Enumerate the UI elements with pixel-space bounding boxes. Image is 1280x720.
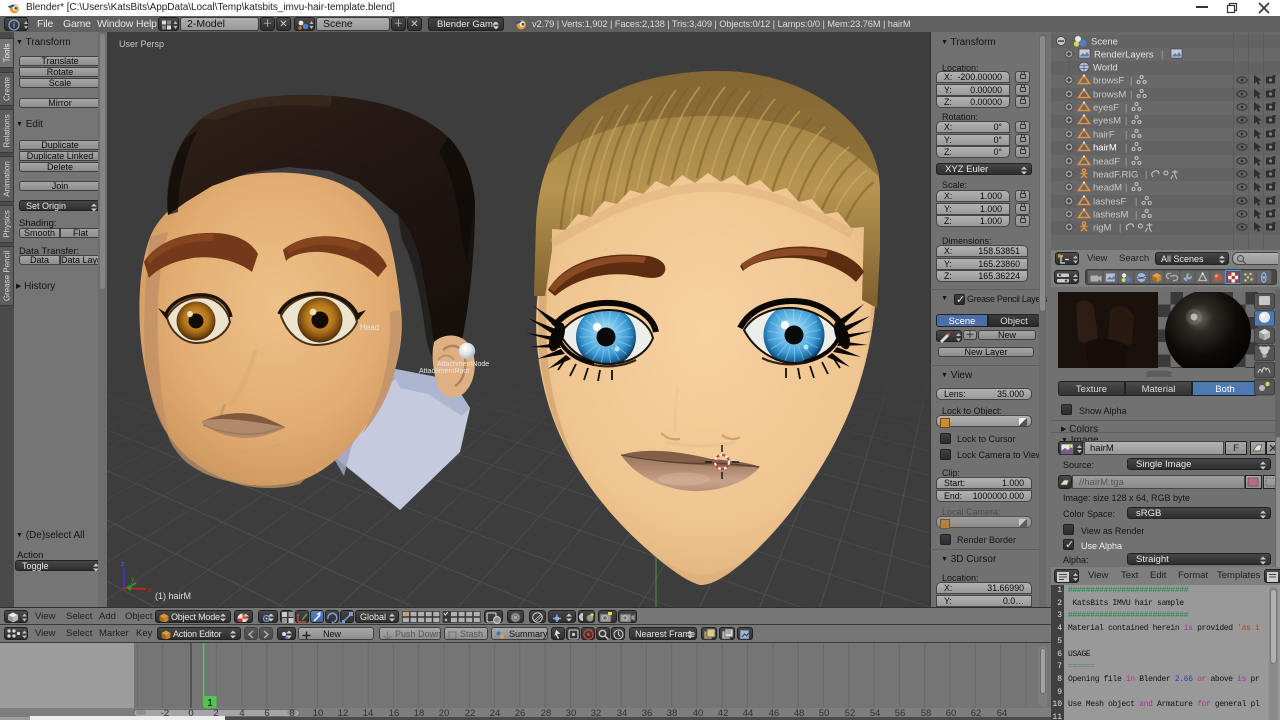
svg-text:AttachmentRoot: AttachmentRoot bbox=[419, 368, 469, 375]
svg-text:hairF: hairF bbox=[1093, 130, 1115, 141]
svg-text:|: | bbox=[1145, 170, 1147, 180]
svg-text:browsF: browsF bbox=[1093, 76, 1124, 87]
svg-text:rigM: rigM bbox=[1093, 223, 1112, 234]
svg-text:headF.RIG: headF.RIG bbox=[1093, 170, 1138, 181]
svg-text:x: x bbox=[148, 587, 152, 594]
svg-text:|: | bbox=[1125, 116, 1127, 126]
svg-text:browsM: browsM bbox=[1093, 90, 1126, 101]
svg-text:Scene: Scene bbox=[1091, 37, 1118, 48]
svg-text:|: | bbox=[1130, 90, 1132, 100]
svg-text:User Persp: User Persp bbox=[119, 39, 164, 49]
svg-text:|: | bbox=[1135, 210, 1137, 220]
svg-text:|: | bbox=[1125, 157, 1127, 167]
svg-text:hairM: hairM bbox=[1093, 143, 1117, 154]
svg-text:(1) hairM: (1) hairM bbox=[155, 591, 191, 601]
svg-text:|: | bbox=[1135, 197, 1137, 207]
svg-text:AttachmentNode: AttachmentNode bbox=[437, 361, 489, 368]
svg-text:lashesM: lashesM bbox=[1093, 210, 1128, 221]
svg-text:|: | bbox=[1125, 143, 1127, 153]
svg-text:eyesF: eyesF bbox=[1093, 103, 1119, 114]
svg-text:World: World bbox=[1093, 63, 1118, 74]
svg-text:lashesF: lashesF bbox=[1093, 197, 1126, 208]
svg-text:RenderLayers: RenderLayers bbox=[1094, 50, 1154, 61]
svg-text:|: | bbox=[1125, 130, 1127, 140]
svg-text:|: | bbox=[1161, 50, 1163, 60]
svg-text:headM: headM bbox=[1093, 183, 1122, 194]
svg-text:y: y bbox=[131, 576, 135, 583]
svg-text:|: | bbox=[1119, 223, 1121, 233]
svg-text:headF: headF bbox=[1093, 157, 1120, 168]
svg-text:z: z bbox=[121, 561, 125, 568]
svg-text:eyesM: eyesM bbox=[1093, 116, 1121, 127]
svg-text:|: | bbox=[1130, 76, 1132, 86]
svg-text:i: i bbox=[13, 21, 15, 30]
svg-text:|: | bbox=[1125, 183, 1127, 193]
svg-text:Head: Head bbox=[360, 323, 379, 332]
svg-text:|: | bbox=[1125, 103, 1127, 113]
